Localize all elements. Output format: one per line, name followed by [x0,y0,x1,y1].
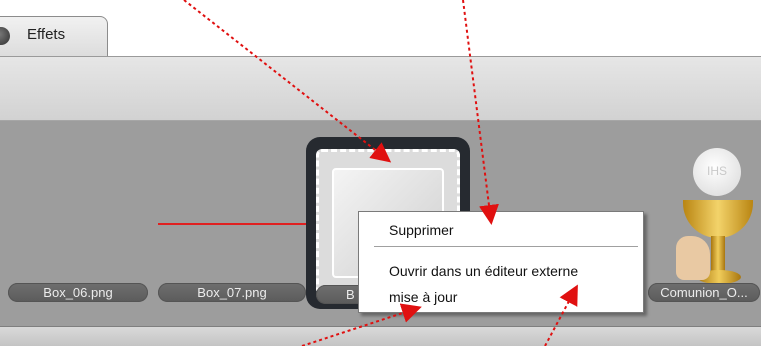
arrow-callout-icon [183,0,392,163]
arrow-callout-icon [544,284,578,346]
arrow-callout-icon [301,303,422,346]
callout-arrows [183,0,578,346]
arrow-callout-icon [462,0,499,225]
